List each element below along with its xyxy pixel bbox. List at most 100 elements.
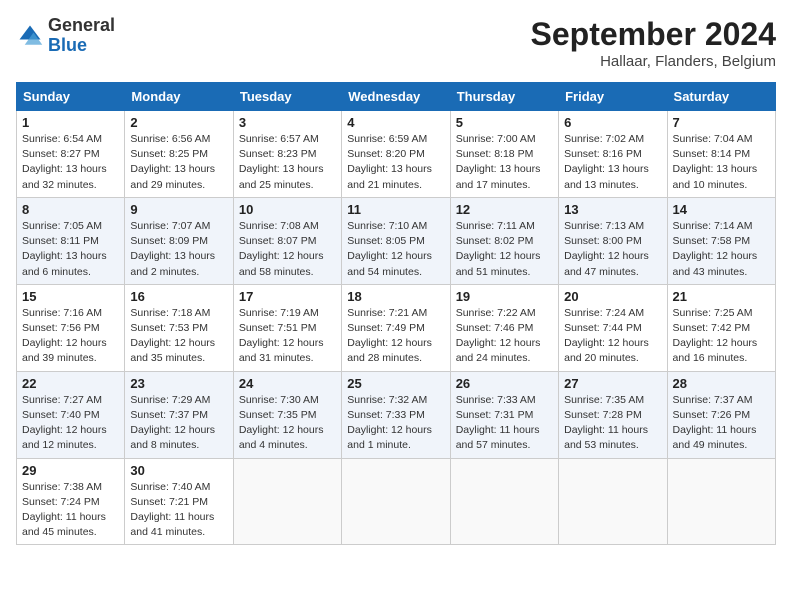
calendar-week-1: 1 Sunrise: 6:54 AM Sunset: 8:27 PM Dayli…: [17, 111, 776, 198]
day-number: 28: [673, 376, 770, 391]
day-info: Sunrise: 7:11 AM Sunset: 8:02 PM Dayligh…: [456, 219, 553, 280]
day-info: Sunrise: 7:05 AM Sunset: 8:11 PM Dayligh…: [22, 219, 119, 280]
table-row: 26 Sunrise: 7:33 AM Sunset: 7:31 PM Dayl…: [450, 371, 558, 458]
day-info: Sunrise: 7:07 AM Sunset: 8:09 PM Dayligh…: [130, 219, 227, 280]
day-number: 2: [130, 115, 227, 130]
day-number: 27: [564, 376, 661, 391]
logo: General Blue: [16, 16, 115, 56]
table-row: 5 Sunrise: 7:00 AM Sunset: 8:18 PM Dayli…: [450, 111, 558, 198]
day-number: 16: [130, 289, 227, 304]
day-info: Sunrise: 7:35 AM Sunset: 7:28 PM Dayligh…: [564, 393, 661, 454]
day-number: 3: [239, 115, 336, 130]
day-info: Sunrise: 7:21 AM Sunset: 7:49 PM Dayligh…: [347, 306, 444, 367]
table-row: 3 Sunrise: 6:57 AM Sunset: 8:23 PM Dayli…: [233, 111, 341, 198]
day-info: Sunrise: 7:16 AM Sunset: 7:56 PM Dayligh…: [22, 306, 119, 367]
col-friday: Friday: [559, 83, 667, 111]
table-row: 6 Sunrise: 7:02 AM Sunset: 8:16 PM Dayli…: [559, 111, 667, 198]
calendar-table: Sunday Monday Tuesday Wednesday Thursday…: [16, 82, 776, 545]
day-number: 24: [239, 376, 336, 391]
day-info: Sunrise: 7:27 AM Sunset: 7:40 PM Dayligh…: [22, 393, 119, 454]
day-number: 8: [22, 202, 119, 217]
empty-cell: [450, 458, 558, 545]
day-info: Sunrise: 7:10 AM Sunset: 8:05 PM Dayligh…: [347, 219, 444, 280]
day-info: Sunrise: 7:22 AM Sunset: 7:46 PM Dayligh…: [456, 306, 553, 367]
logo-blue-text: Blue: [48, 35, 87, 55]
day-number: 20: [564, 289, 661, 304]
day-number: 9: [130, 202, 227, 217]
day-info: Sunrise: 6:56 AM Sunset: 8:25 PM Dayligh…: [130, 132, 227, 193]
day-number: 30: [130, 463, 227, 478]
empty-cell: [233, 458, 341, 545]
table-row: 9 Sunrise: 7:07 AM Sunset: 8:09 PM Dayli…: [125, 197, 233, 284]
day-number: 7: [673, 115, 770, 130]
table-row: 19 Sunrise: 7:22 AM Sunset: 7:46 PM Dayl…: [450, 284, 558, 371]
col-saturday: Saturday: [667, 83, 775, 111]
day-number: 18: [347, 289, 444, 304]
day-info: Sunrise: 7:14 AM Sunset: 7:58 PM Dayligh…: [673, 219, 770, 280]
day-info: Sunrise: 7:08 AM Sunset: 8:07 PM Dayligh…: [239, 219, 336, 280]
table-row: 24 Sunrise: 7:30 AM Sunset: 7:35 PM Dayl…: [233, 371, 341, 458]
table-row: 23 Sunrise: 7:29 AM Sunset: 7:37 PM Dayl…: [125, 371, 233, 458]
calendar-header-row: Sunday Monday Tuesday Wednesday Thursday…: [17, 83, 776, 111]
table-row: 14 Sunrise: 7:14 AM Sunset: 7:58 PM Dayl…: [667, 197, 775, 284]
logo-general-text: General: [48, 15, 115, 35]
logo-icon: [16, 22, 44, 50]
day-number: 29: [22, 463, 119, 478]
day-info: Sunrise: 7:32 AM Sunset: 7:33 PM Dayligh…: [347, 393, 444, 454]
table-row: 2 Sunrise: 6:56 AM Sunset: 8:25 PM Dayli…: [125, 111, 233, 198]
day-number: 14: [673, 202, 770, 217]
day-number: 10: [239, 202, 336, 217]
table-row: 17 Sunrise: 7:19 AM Sunset: 7:51 PM Dayl…: [233, 284, 341, 371]
table-row: 18 Sunrise: 7:21 AM Sunset: 7:49 PM Dayl…: [342, 284, 450, 371]
table-row: 20 Sunrise: 7:24 AM Sunset: 7:44 PM Dayl…: [559, 284, 667, 371]
table-row: 27 Sunrise: 7:35 AM Sunset: 7:28 PM Dayl…: [559, 371, 667, 458]
day-info: Sunrise: 7:29 AM Sunset: 7:37 PM Dayligh…: [130, 393, 227, 454]
day-info: Sunrise: 7:00 AM Sunset: 8:18 PM Dayligh…: [456, 132, 553, 193]
day-info: Sunrise: 7:19 AM Sunset: 7:51 PM Dayligh…: [239, 306, 336, 367]
table-row: 7 Sunrise: 7:04 AM Sunset: 8:14 PM Dayli…: [667, 111, 775, 198]
month-year-title: September 2024: [531, 16, 776, 53]
day-number: 13: [564, 202, 661, 217]
table-row: 16 Sunrise: 7:18 AM Sunset: 7:53 PM Dayl…: [125, 284, 233, 371]
day-number: 4: [347, 115, 444, 130]
table-row: 13 Sunrise: 7:13 AM Sunset: 8:00 PM Dayl…: [559, 197, 667, 284]
day-number: 1: [22, 115, 119, 130]
col-tuesday: Tuesday: [233, 83, 341, 111]
table-row: 10 Sunrise: 7:08 AM Sunset: 8:07 PM Dayl…: [233, 197, 341, 284]
empty-cell: [342, 458, 450, 545]
day-info: Sunrise: 6:54 AM Sunset: 8:27 PM Dayligh…: [22, 132, 119, 193]
table-row: 15 Sunrise: 7:16 AM Sunset: 7:56 PM Dayl…: [17, 284, 125, 371]
table-row: 25 Sunrise: 7:32 AM Sunset: 7:33 PM Dayl…: [342, 371, 450, 458]
day-info: Sunrise: 7:33 AM Sunset: 7:31 PM Dayligh…: [456, 393, 553, 454]
col-monday: Monday: [125, 83, 233, 111]
day-info: Sunrise: 7:18 AM Sunset: 7:53 PM Dayligh…: [130, 306, 227, 367]
table-row: 30 Sunrise: 7:40 AM Sunset: 7:21 PM Dayl…: [125, 458, 233, 545]
day-info: Sunrise: 7:37 AM Sunset: 7:26 PM Dayligh…: [673, 393, 770, 454]
page-header: General Blue September 2024 Hallaar, Fla…: [16, 16, 776, 70]
table-row: 21 Sunrise: 7:25 AM Sunset: 7:42 PM Dayl…: [667, 284, 775, 371]
day-number: 6: [564, 115, 661, 130]
col-thursday: Thursday: [450, 83, 558, 111]
day-info: Sunrise: 7:13 AM Sunset: 8:00 PM Dayligh…: [564, 219, 661, 280]
day-info: Sunrise: 7:30 AM Sunset: 7:35 PM Dayligh…: [239, 393, 336, 454]
empty-cell: [559, 458, 667, 545]
table-row: 22 Sunrise: 7:27 AM Sunset: 7:40 PM Dayl…: [17, 371, 125, 458]
col-wednesday: Wednesday: [342, 83, 450, 111]
table-row: 29 Sunrise: 7:38 AM Sunset: 7:24 PM Dayl…: [17, 458, 125, 545]
empty-cell: [667, 458, 775, 545]
day-info: Sunrise: 6:57 AM Sunset: 8:23 PM Dayligh…: [239, 132, 336, 193]
calendar-week-3: 15 Sunrise: 7:16 AM Sunset: 7:56 PM Dayl…: [17, 284, 776, 371]
table-row: 4 Sunrise: 6:59 AM Sunset: 8:20 PM Dayli…: [342, 111, 450, 198]
calendar-week-5: 29 Sunrise: 7:38 AM Sunset: 7:24 PM Dayl…: [17, 458, 776, 545]
day-info: Sunrise: 7:04 AM Sunset: 8:14 PM Dayligh…: [673, 132, 770, 193]
day-number: 23: [130, 376, 227, 391]
day-number: 25: [347, 376, 444, 391]
day-number: 15: [22, 289, 119, 304]
title-block: September 2024 Hallaar, Flanders, Belgiu…: [531, 16, 776, 70]
table-row: 11 Sunrise: 7:10 AM Sunset: 8:05 PM Dayl…: [342, 197, 450, 284]
day-number: 12: [456, 202, 553, 217]
day-number: 19: [456, 289, 553, 304]
day-info: Sunrise: 7:25 AM Sunset: 7:42 PM Dayligh…: [673, 306, 770, 367]
calendar-week-2: 8 Sunrise: 7:05 AM Sunset: 8:11 PM Dayli…: [17, 197, 776, 284]
col-sunday: Sunday: [17, 83, 125, 111]
